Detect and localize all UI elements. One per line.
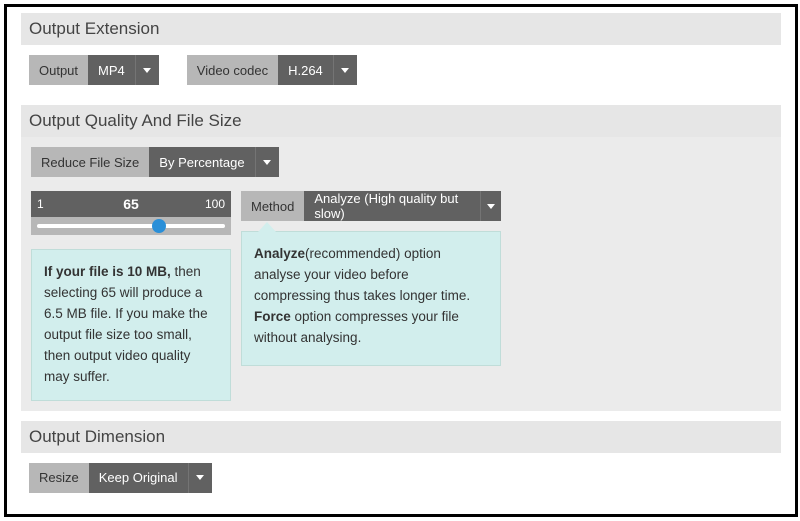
percentage-slider[interactable] [31, 217, 231, 235]
chevron-down-icon [333, 55, 357, 85]
section-body-quality: Reduce File Size By Percentage 1 65 100 [21, 137, 781, 411]
section-body-output-extension: Output MP4 Video codec H.264 [21, 45, 781, 95]
output-format-select[interactable]: Output MP4 [29, 55, 159, 85]
reduce-file-size-label: Reduce File Size [31, 147, 149, 177]
method-hint: Analyze(recommended) option analyse your… [241, 231, 501, 366]
percentage-hint: If your file is 10 MB, then selecting 65… [31, 249, 231, 401]
hint-right-bold1: Analyze [254, 246, 305, 261]
hint-left-rest: then selecting 65 will produce a 6.5 MB … [44, 264, 208, 384]
percentage-value: 65 [31, 196, 231, 212]
output-format-value: MP4 [88, 55, 135, 85]
video-codec-label: Video codec [187, 55, 278, 85]
method-value: Analyze (High quality but slow) [304, 191, 480, 221]
section-quality: Output Quality And File Size Reduce File… [21, 105, 781, 411]
section-header-dimension: Output Dimension [21, 421, 781, 453]
chevron-down-icon [480, 191, 501, 221]
tooltip-arrow-icon [258, 222, 276, 232]
slider-thumb[interactable] [152, 219, 166, 233]
chevron-down-icon [135, 55, 159, 85]
video-codec-value: H.264 [278, 55, 333, 85]
chevron-down-icon [188, 463, 212, 493]
section-body-dimension: Resize Keep Original [21, 453, 781, 503]
hint-left-bold: If your file is 10 MB, [44, 264, 171, 279]
percentage-scale: 1 65 100 [31, 191, 231, 217]
method-select[interactable]: Method Analyze (High quality but slow) [241, 191, 501, 221]
section-output-extension: Output Extension Output MP4 Video codec … [21, 13, 781, 95]
chevron-down-icon [255, 147, 279, 177]
resize-select[interactable]: Resize Keep Original [29, 463, 212, 493]
section-dimension: Output Dimension Resize Keep Original [21, 421, 781, 503]
percentage-column: 1 65 100 If your file is 10 MB, then sel… [31, 191, 231, 401]
method-column: Method Analyze (High quality but slow) A… [241, 191, 501, 366]
resize-value: Keep Original [89, 463, 188, 493]
resize-label: Resize [29, 463, 89, 493]
output-format-label: Output [29, 55, 88, 85]
video-codec-select[interactable]: Video codec H.264 [187, 55, 357, 85]
section-header-output-extension: Output Extension [21, 13, 781, 45]
method-label: Method [241, 191, 304, 221]
hint-right-bold2: Force [254, 309, 291, 324]
settings-panel: Output Extension Output MP4 Video codec … [4, 4, 798, 517]
reduce-file-size-value: By Percentage [149, 147, 254, 177]
reduce-file-size-select[interactable]: Reduce File Size By Percentage [31, 147, 279, 177]
section-header-quality: Output Quality And File Size [21, 105, 781, 137]
